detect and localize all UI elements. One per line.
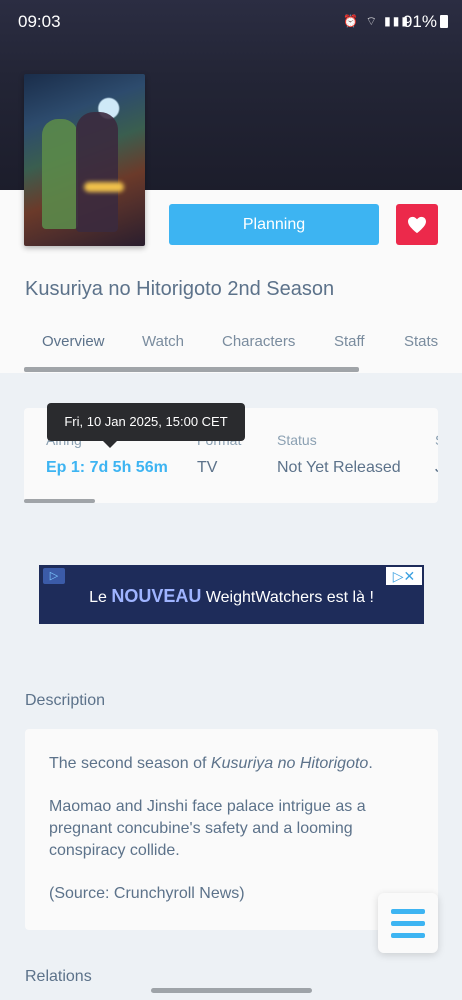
start-date-value: J	[435, 459, 438, 477]
description-period: .	[368, 755, 373, 772]
heart-icon	[408, 216, 426, 233]
cover-figure-left	[42, 119, 78, 229]
ad-text-highlight: NOUVEAU	[111, 586, 202, 606]
status-icons: ⏰ ⌔ ▮▮▮	[343, 14, 410, 28]
planning-button[interactable]: Planning	[169, 204, 379, 245]
battery-percent: 91%	[402, 12, 437, 31]
cover-figure-right	[76, 112, 118, 232]
media-title: Kusuriya no Hitorigoto 2nd Season	[25, 278, 335, 300]
status-time: 09:03	[18, 12, 61, 31]
menu-icon-bar	[391, 908, 425, 914]
gesture-nav-bar[interactable]	[151, 988, 312, 993]
tab-staff[interactable]: Staff	[334, 333, 365, 350]
tab-watch[interactable]: Watch	[142, 333, 184, 350]
ad-text-prefix: Le	[89, 589, 107, 606]
description-heading: Description	[25, 692, 106, 709]
tab-bar: Overview Watch Characters Staff Stats	[0, 333, 462, 357]
menu-button[interactable]	[378, 893, 438, 953]
tab-overview[interactable]: Overview	[42, 333, 105, 350]
relations-heading: Relations	[25, 968, 92, 985]
description-paragraph-2: Maomao and Jinshi face palace intrigue a…	[49, 798, 366, 859]
status-label: Status	[277, 432, 317, 448]
airing-tooltip: Fri, 10 Jan 2025, 15:00 CET	[47, 403, 245, 448]
favourite-button[interactable]	[396, 204, 438, 245]
cover-image[interactable]	[24, 74, 145, 246]
menu-icon-bar	[391, 920, 425, 926]
description-card: The second season of Kusuriya no Hitorig…	[25, 729, 438, 930]
description-title-italic: Kusuriya no Hitorigoto	[210, 755, 369, 772]
ad-logo-icon: ▷	[43, 568, 65, 584]
ad-banner[interactable]: ▷ Le NOUVEAU WeightWatchers est là ! ▷✕	[39, 565, 424, 624]
status-value: Not Yet Released	[277, 459, 401, 476]
ad-text-suffix: WeightWatchers est là !	[205, 589, 374, 606]
airing-scrollbar[interactable]	[24, 499, 95, 503]
menu-icon-bar	[391, 932, 425, 938]
description-text: The second season of	[49, 755, 211, 772]
tab-scrollbar[interactable]	[24, 367, 359, 372]
ad-close-icon[interactable]: ▷✕	[386, 567, 422, 585]
start-date-label: S	[435, 432, 438, 448]
battery-icon	[440, 15, 448, 28]
tab-characters[interactable]: Characters	[222, 333, 295, 350]
tab-stats[interactable]: Stats	[404, 333, 438, 350]
description-paragraph-1: The second season of Kusuriya no Hitorig…	[49, 753, 414, 775]
status-bar: 09:03 ⏰ ⌔ ▮▮▮ 91%	[0, 0, 462, 42]
status-battery: 91%	[403, 12, 448, 32]
description-paragraph-3: (Source: Crunchyroll News)	[49, 885, 245, 902]
format-value: TV	[197, 459, 218, 476]
cover-lantern-glow	[84, 182, 124, 192]
airing-value[interactable]: Ep 1: 7d 5h 56m	[46, 459, 168, 477]
